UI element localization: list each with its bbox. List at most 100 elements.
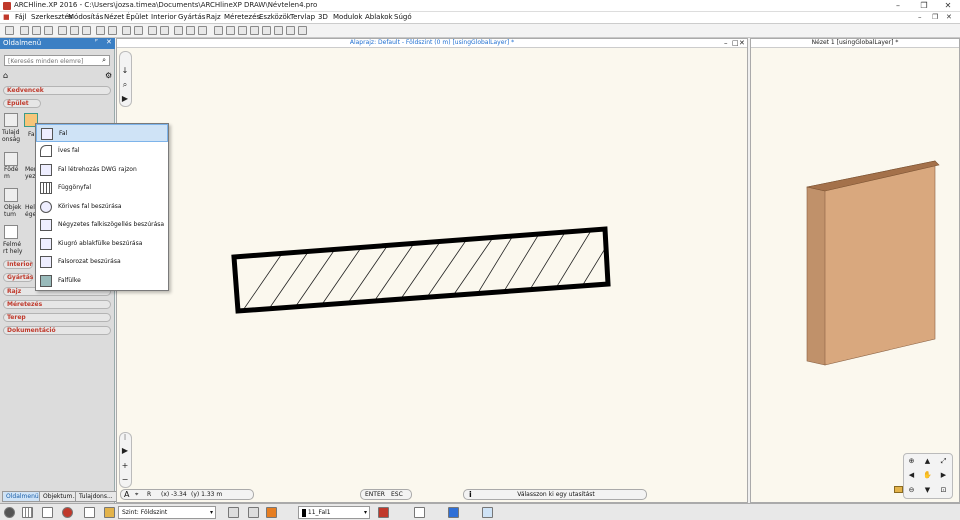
page-icon[interactable] [84, 507, 95, 518]
layer-icon[interactable] [894, 486, 903, 493]
object-icon[interactable] [4, 188, 18, 202]
dropdown-item-arc-insert[interactable]: Körives fal beszúrása [36, 198, 168, 216]
beam-tool-icon[interactable] [274, 26, 283, 35]
menu-building[interactable]: Épület [126, 13, 148, 21]
move-icon[interactable] [186, 26, 195, 35]
chart-tool-icon[interactable] [298, 26, 307, 35]
floorplan-canvas[interactable] [117, 39, 747, 502]
arrow-right-icon[interactable]: ▶ [938, 470, 949, 481]
category-favorites[interactable]: Kedvencek [3, 86, 111, 95]
arrow-up-icon[interactable]: ▲ [922, 456, 933, 467]
esc-key[interactable]: ESC [391, 491, 403, 498]
door-tool-icon[interactable] [250, 26, 259, 35]
grid-icon[interactable] [22, 507, 33, 518]
properties-icon[interactable] [4, 113, 18, 127]
category-building[interactable]: Épület [3, 99, 41, 108]
survey-icon[interactable] [4, 225, 18, 239]
menu-modules[interactable]: Modulok [333, 13, 362, 21]
redo-icon[interactable] [108, 26, 117, 35]
dropdown-item-dwg-wall[interactable]: Fal létrehozás DWG rajzon [36, 161, 168, 179]
search-input[interactable] [5, 57, 95, 66]
font-icon[interactable] [198, 26, 207, 35]
dropdown-item-wall[interactable]: Fal [36, 124, 168, 142]
dropdown-item-square-insert[interactable]: Négyzetes falkiszögellés beszúrása [36, 216, 168, 234]
snap-icon[interactable]: A [124, 490, 129, 499]
arrow-left-icon[interactable]: ◀ [906, 470, 917, 481]
menu-draw[interactable]: Rajz [206, 13, 221, 21]
print-icon[interactable] [44, 26, 53, 35]
dropdown-item-wall-series[interactable]: Falsorozat beszúrása [36, 253, 168, 271]
menu-tools[interactable]: Eszközök [259, 13, 291, 21]
category-documentation[interactable]: Dokumentáció [3, 326, 111, 335]
layers-icon[interactable] [104, 507, 115, 518]
category-interior[interactable]: Interior [3, 260, 33, 269]
tab-properties[interactable]: Tulajdons... [75, 491, 117, 502]
menu-fabrication[interactable]: Gyártás [178, 13, 205, 21]
maximize-button[interactable]: ❐ [912, 0, 936, 12]
doc-icon[interactable]: ■ [3, 13, 10, 21]
zoom-out-icon[interactable]: ⊖ [906, 485, 917, 496]
save-icon[interactable] [32, 26, 41, 35]
menu-windows[interactable]: Ablakok [365, 13, 393, 21]
dropdown-item-bay-window[interactable]: Kiugró ablakfülke beszúrása [36, 235, 168, 253]
cut-icon[interactable] [58, 26, 67, 35]
3d-canvas[interactable] [751, 39, 959, 502]
roof-tool-icon[interactable] [226, 26, 235, 35]
panel-close-icon[interactable]: ✕ [106, 38, 112, 46]
enter-key[interactable]: ENTER [365, 491, 385, 498]
menu-edit[interactable]: Szerkesztés [31, 13, 72, 21]
layer-selector[interactable]: 11_Fal1 ▾ [298, 506, 370, 519]
mdi-restore-button[interactable]: ❐ [932, 13, 938, 21]
column-tool-icon[interactable] [262, 26, 271, 35]
category-dimension[interactable]: Méretezés [3, 300, 111, 309]
coord-mode[interactable]: R [147, 491, 151, 498]
floorplan-viewport[interactable]: Alaprajz: Default - Földszint (0 m) [usi… [116, 38, 748, 503]
minimize-button[interactable]: – [886, 0, 910, 12]
zoom-in-icon[interactable]: ⊕ [906, 456, 917, 467]
dropdown-item-niche[interactable]: Falfülke [36, 272, 168, 290]
mdi-close-button[interactable]: ✕ [946, 13, 952, 21]
arrow-down-icon[interactable]: ▼ [922, 485, 933, 496]
menu-modify[interactable]: Módosítás [68, 13, 103, 21]
home-icon[interactable]: ⌂ [3, 71, 8, 80]
zoom-window-icon[interactable]: ⊡ [938, 485, 949, 496]
menu-view[interactable]: Nézet [104, 13, 124, 21]
fit-view-icon[interactable]: ⤢ [938, 456, 949, 467]
gear-icon[interactable]: ⚙ [105, 71, 112, 80]
menu-file[interactable]: Fájl [15, 13, 27, 21]
delete-icon[interactable] [148, 26, 157, 35]
category-terrain[interactable]: Terep [3, 313, 111, 322]
align-icon[interactable] [174, 26, 183, 35]
pencil-icon[interactable] [122, 26, 131, 35]
category-fabrication[interactable]: Gyártás [3, 273, 33, 282]
new-file-icon[interactable] [5, 26, 14, 35]
window-tool-icon[interactable] [238, 26, 247, 35]
copy-icon[interactable] [70, 26, 79, 35]
magnet-icon[interactable] [62, 507, 73, 518]
3d-viewport[interactable]: Nézet 1 [usingGlobalLayer] * ⊕ ▲ ⤢ ◀ ✋ ▶… [750, 38, 960, 503]
level-selector[interactable]: Szint: Földszint ▾ [118, 506, 216, 519]
brush-icon[interactable] [134, 26, 143, 35]
menu-help[interactable]: Súgó [394, 13, 412, 21]
text-icon[interactable] [160, 26, 169, 35]
tab-sidebar[interactable]: Oldalmenü [2, 491, 43, 502]
mdi-minimize-button[interactable]: – [918, 13, 922, 21]
arrow-style-icon[interactable] [448, 507, 459, 518]
fill-style-icon[interactable] [482, 507, 493, 518]
pin-icon[interactable]: ᴾ [95, 38, 98, 46]
dropdown-item-arc-wall[interactable]: Íves fal [36, 142, 168, 160]
material-icon[interactable] [378, 507, 389, 518]
measure-tool-icon[interactable] [286, 26, 295, 35]
menu-layout[interactable]: Tervlap [290, 13, 315, 21]
menu-interior[interactable]: Interior [151, 13, 177, 21]
search-icon[interactable]: ⌕ [102, 56, 106, 65]
open-file-icon[interactable] [20, 26, 29, 35]
paste-icon[interactable] [82, 26, 91, 35]
pan-hand-icon[interactable]: ✋ [922, 470, 933, 481]
line-style-icon[interactable] [414, 507, 425, 518]
level-up-icon[interactable] [228, 507, 239, 518]
menu-3d[interactable]: 3D [318, 13, 328, 21]
menu-dimension[interactable]: Méretezés [224, 13, 260, 21]
settings-icon[interactable] [4, 507, 15, 518]
close-window-button[interactable]: ✕ [936, 0, 960, 12]
